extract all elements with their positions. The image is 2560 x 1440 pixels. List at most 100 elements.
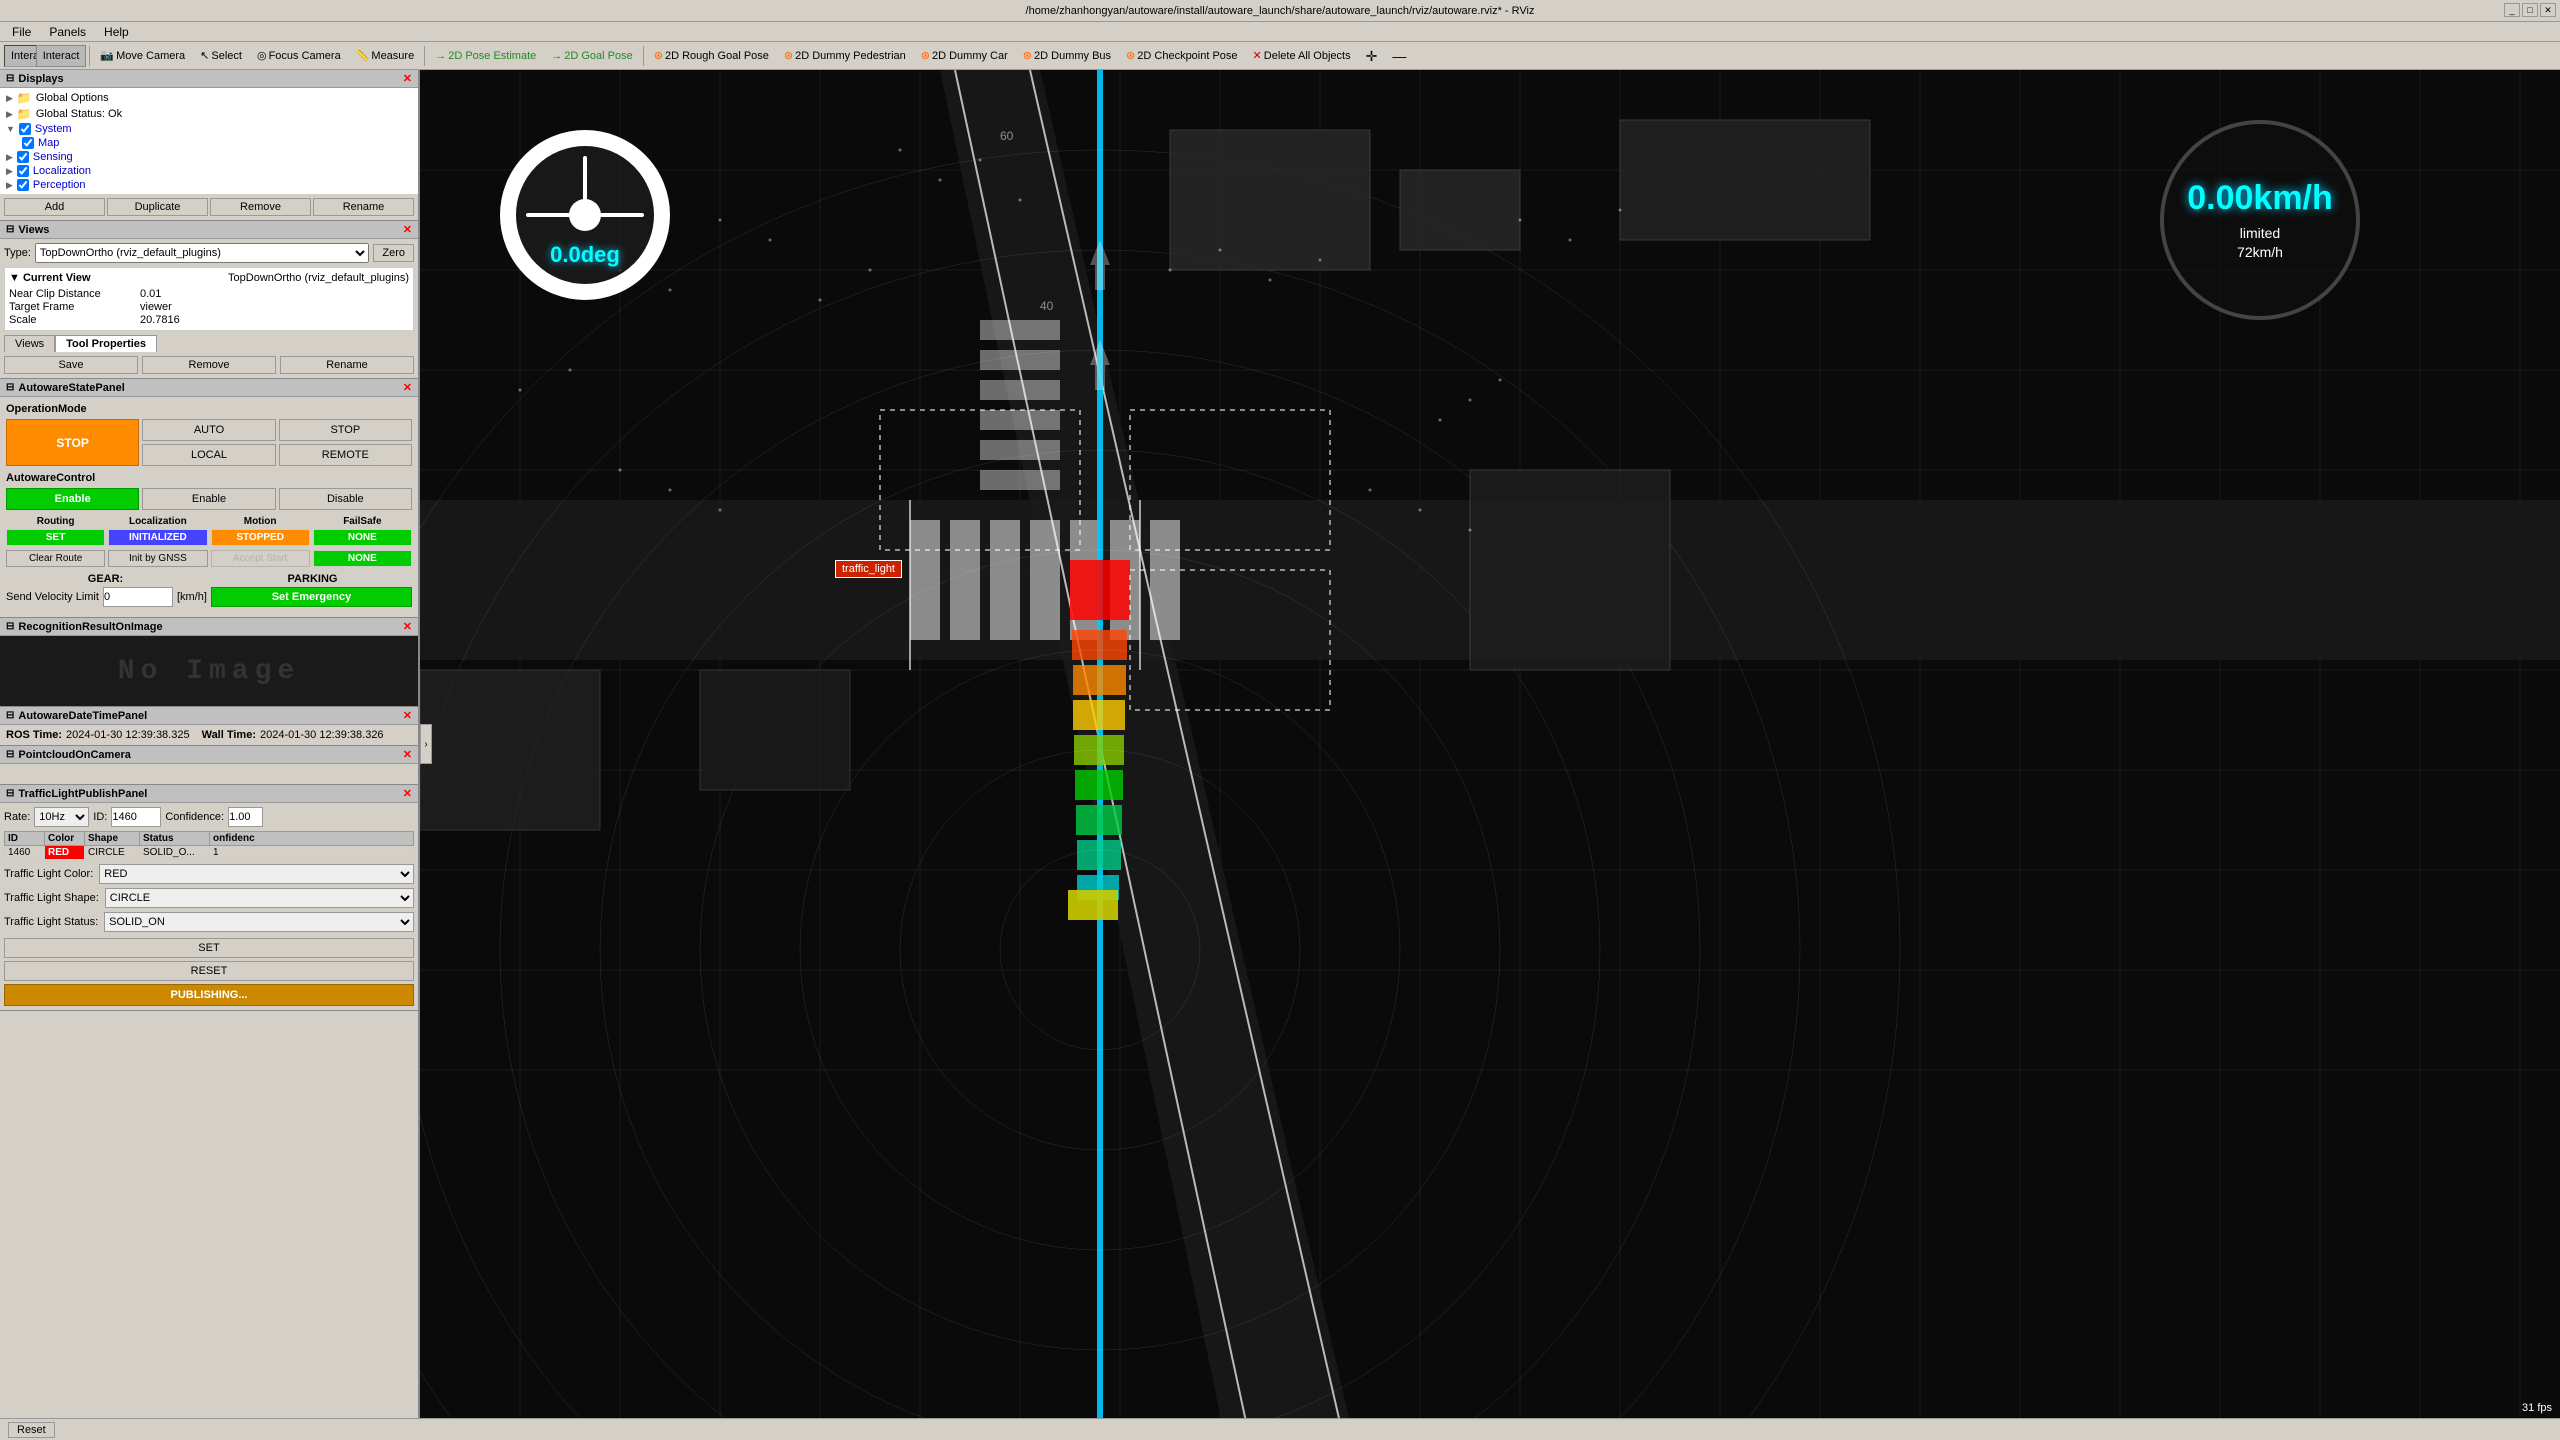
- tl-color-select[interactable]: RED GREEN YELLOW: [99, 864, 414, 884]
- move-camera-btn[interactable]: 📷 Move Camera: [93, 45, 192, 67]
- speed-value: 0.00km/h: [2187, 179, 2333, 218]
- tl-set-btn[interactable]: SET: [4, 938, 414, 958]
- datetime-close-icon[interactable]: ✕: [403, 709, 412, 722]
- dummy-pedestrian-btn[interactable]: ⊛ 2D Dummy Pedestrian: [777, 45, 913, 67]
- init-gnss-btn[interactable]: Init by GNSS: [108, 550, 207, 567]
- menu-help[interactable]: Help: [96, 24, 137, 40]
- expand-panel-handle[interactable]: ›: [420, 724, 432, 764]
- datetime-header[interactable]: ⊟ AutowareDateTimePanel ✕: [0, 707, 418, 725]
- pointcloud-header[interactable]: ⊟ PointcloudOnCamera ✕: [0, 746, 418, 764]
- traffic-light-header[interactable]: ⊟ TrafficLightPublishPanel ✕: [0, 785, 418, 803]
- focus-camera-btn[interactable]: ◎ Focus Camera: [250, 45, 348, 67]
- stop-active-btn[interactable]: STOP: [6, 419, 139, 466]
- add-display-btn[interactable]: Add: [4, 198, 105, 216]
- duplicate-display-btn[interactable]: Duplicate: [107, 198, 208, 216]
- localization-check[interactable]: [17, 165, 29, 177]
- motion-label: Motion: [211, 516, 310, 527]
- pedestrian-icon: ⊛: [784, 49, 793, 62]
- close-btn[interactable]: ✕: [2540, 3, 2556, 17]
- set-emergency-btn[interactable]: Set Emergency: [211, 587, 412, 607]
- displays-close-icon[interactable]: ✕: [403, 72, 412, 85]
- dummy-car-btn[interactable]: ⊛ 2D Dummy Car: [914, 45, 1015, 67]
- tree-item-sensing[interactable]: ▶ Sensing: [2, 150, 416, 164]
- dummy-bus-btn[interactable]: ⊛ 2D Dummy Bus: [1016, 45, 1118, 67]
- zero-btn[interactable]: Zero: [373, 244, 414, 262]
- disable-btn[interactable]: Disable: [279, 488, 412, 510]
- id-input[interactable]: [111, 807, 161, 827]
- map-check[interactable]: [22, 137, 34, 149]
- autoware-state-close-icon[interactable]: ✕: [403, 381, 412, 394]
- tree-item-perception[interactable]: ▶ Perception: [2, 178, 416, 192]
- measure-btn[interactable]: 📏 Measure: [349, 45, 422, 67]
- system-label: System: [35, 123, 72, 135]
- tab-tool-properties[interactable]: Tool Properties: [55, 335, 157, 352]
- tree-item-map[interactable]: Map: [2, 136, 416, 150]
- recognition-header[interactable]: ⊟ RecognitionResultOnImage ✕: [0, 618, 418, 636]
- perception-check[interactable]: [17, 179, 29, 191]
- tree-item-system[interactable]: ▼ System: [2, 122, 416, 136]
- viewport[interactable]: 60 40 0.0deg 0.00km/h limited72km/h: [420, 70, 2560, 1418]
- pointcloud-close-icon[interactable]: ✕: [403, 748, 412, 761]
- autoware-state-title: AutowareStatePanel: [18, 382, 124, 394]
- enable2-btn[interactable]: Enable: [142, 488, 275, 510]
- tree-item-localization[interactable]: ▶ Localization: [2, 164, 416, 178]
- rename-display-btn[interactable]: Rename: [313, 198, 414, 216]
- views-close-icon[interactable]: ✕: [403, 223, 412, 236]
- no-image-text: No Image: [118, 656, 300, 687]
- menu-file[interactable]: File: [4, 24, 39, 40]
- stop-right-btn[interactable]: STOP: [279, 419, 412, 441]
- datetime-panel-icon: ⊟: [6, 710, 14, 721]
- accept-start-btn[interactable]: Accept Start: [211, 550, 310, 567]
- tab-views[interactable]: Views: [4, 335, 55, 352]
- goal-pose-btn[interactable]: → 2D Goal Pose: [544, 45, 639, 67]
- add-tool-btn[interactable]: ✛: [1359, 45, 1385, 67]
- local-btn[interactable]: LOCAL: [142, 444, 275, 466]
- localization-label: Localization: [108, 516, 207, 527]
- rate-select[interactable]: 10Hz: [34, 807, 89, 827]
- current-view-type: TopDownOrtho (rviz_default_plugins): [228, 272, 409, 284]
- tl-publishing-btn[interactable]: PUBLISHING...: [4, 984, 414, 1006]
- auto-btn[interactable]: AUTO: [142, 419, 275, 441]
- clear-route-btn[interactable]: Clear Route: [6, 550, 105, 567]
- remove-display-btn[interactable]: Remove: [210, 198, 311, 216]
- type-select[interactable]: TopDownOrtho (rviz_default_plugins): [35, 243, 369, 263]
- velocity-input[interactable]: [103, 587, 173, 607]
- views-header[interactable]: ⊟ Views ✕: [0, 221, 418, 239]
- delete-all-btn[interactable]: ✕ Delete All Objects: [1246, 45, 1358, 67]
- tree-item-global-status[interactable]: ▶ 📁 Global Status: Ok: [2, 106, 416, 122]
- focus-icon: ◎: [257, 49, 267, 62]
- tl-status-select[interactable]: SOLID_ON SOLID_OFF FLASHING: [104, 912, 414, 932]
- remote-btn[interactable]: REMOTE: [279, 444, 412, 466]
- sensing-check[interactable]: [17, 151, 29, 163]
- select-btn[interactable]: ↖ Select: [193, 45, 249, 67]
- save-view-btn[interactable]: Save: [4, 356, 138, 374]
- pose-estimate-btn[interactable]: → 2D Pose Estimate: [428, 45, 543, 67]
- menu-bar: File Panels Help: [0, 22, 2560, 42]
- rough-goal-btn[interactable]: ⊛ 2D Rough Goal Pose: [647, 45, 776, 67]
- remove-view-btn[interactable]: Remove: [142, 356, 276, 374]
- reset-btn[interactable]: Reset: [8, 1422, 55, 1438]
- tl-shape-select[interactable]: CIRCLE LEFT RIGHT: [105, 888, 414, 908]
- rough-goal-icon: ⊛: [654, 49, 663, 62]
- maximize-btn[interactable]: □: [2522, 3, 2538, 17]
- tree-item-global-options[interactable]: ▶ 📁 Global Options: [2, 90, 416, 106]
- ctrl-grid: Enable Enable Disable: [6, 488, 412, 510]
- failsafe-badge2: NONE: [313, 550, 412, 567]
- displays-header[interactable]: ⊟ Displays ✕: [0, 70, 418, 88]
- system-check[interactable]: [19, 123, 31, 135]
- checkpoint-pose-btn[interactable]: ⊛ 2D Checkpoint Pose: [1119, 45, 1245, 67]
- motion-badge: STOPPED: [211, 529, 310, 546]
- enable-btn[interactable]: Enable: [6, 488, 139, 510]
- rename-view-btn[interactable]: Rename: [280, 356, 414, 374]
- autoware-state-header[interactable]: ⊟ AutowareStatePanel ✕: [0, 379, 418, 397]
- tl-reset-btn[interactable]: RESET: [4, 961, 414, 981]
- current-view-label: ▼ Current View: [9, 272, 91, 284]
- tl-status-label: Traffic Light Status:: [4, 916, 98, 928]
- traffic-light-close-icon[interactable]: ✕: [403, 787, 412, 800]
- confidence-input[interactable]: [228, 807, 263, 827]
- minimize-btn[interactable]: _: [2504, 3, 2520, 17]
- remove-tool-btn[interactable]: —: [1385, 45, 1413, 67]
- velocity-unit: [km/h]: [177, 591, 207, 603]
- menu-panels[interactable]: Panels: [41, 24, 94, 40]
- recognition-close-icon[interactable]: ✕: [403, 620, 412, 633]
